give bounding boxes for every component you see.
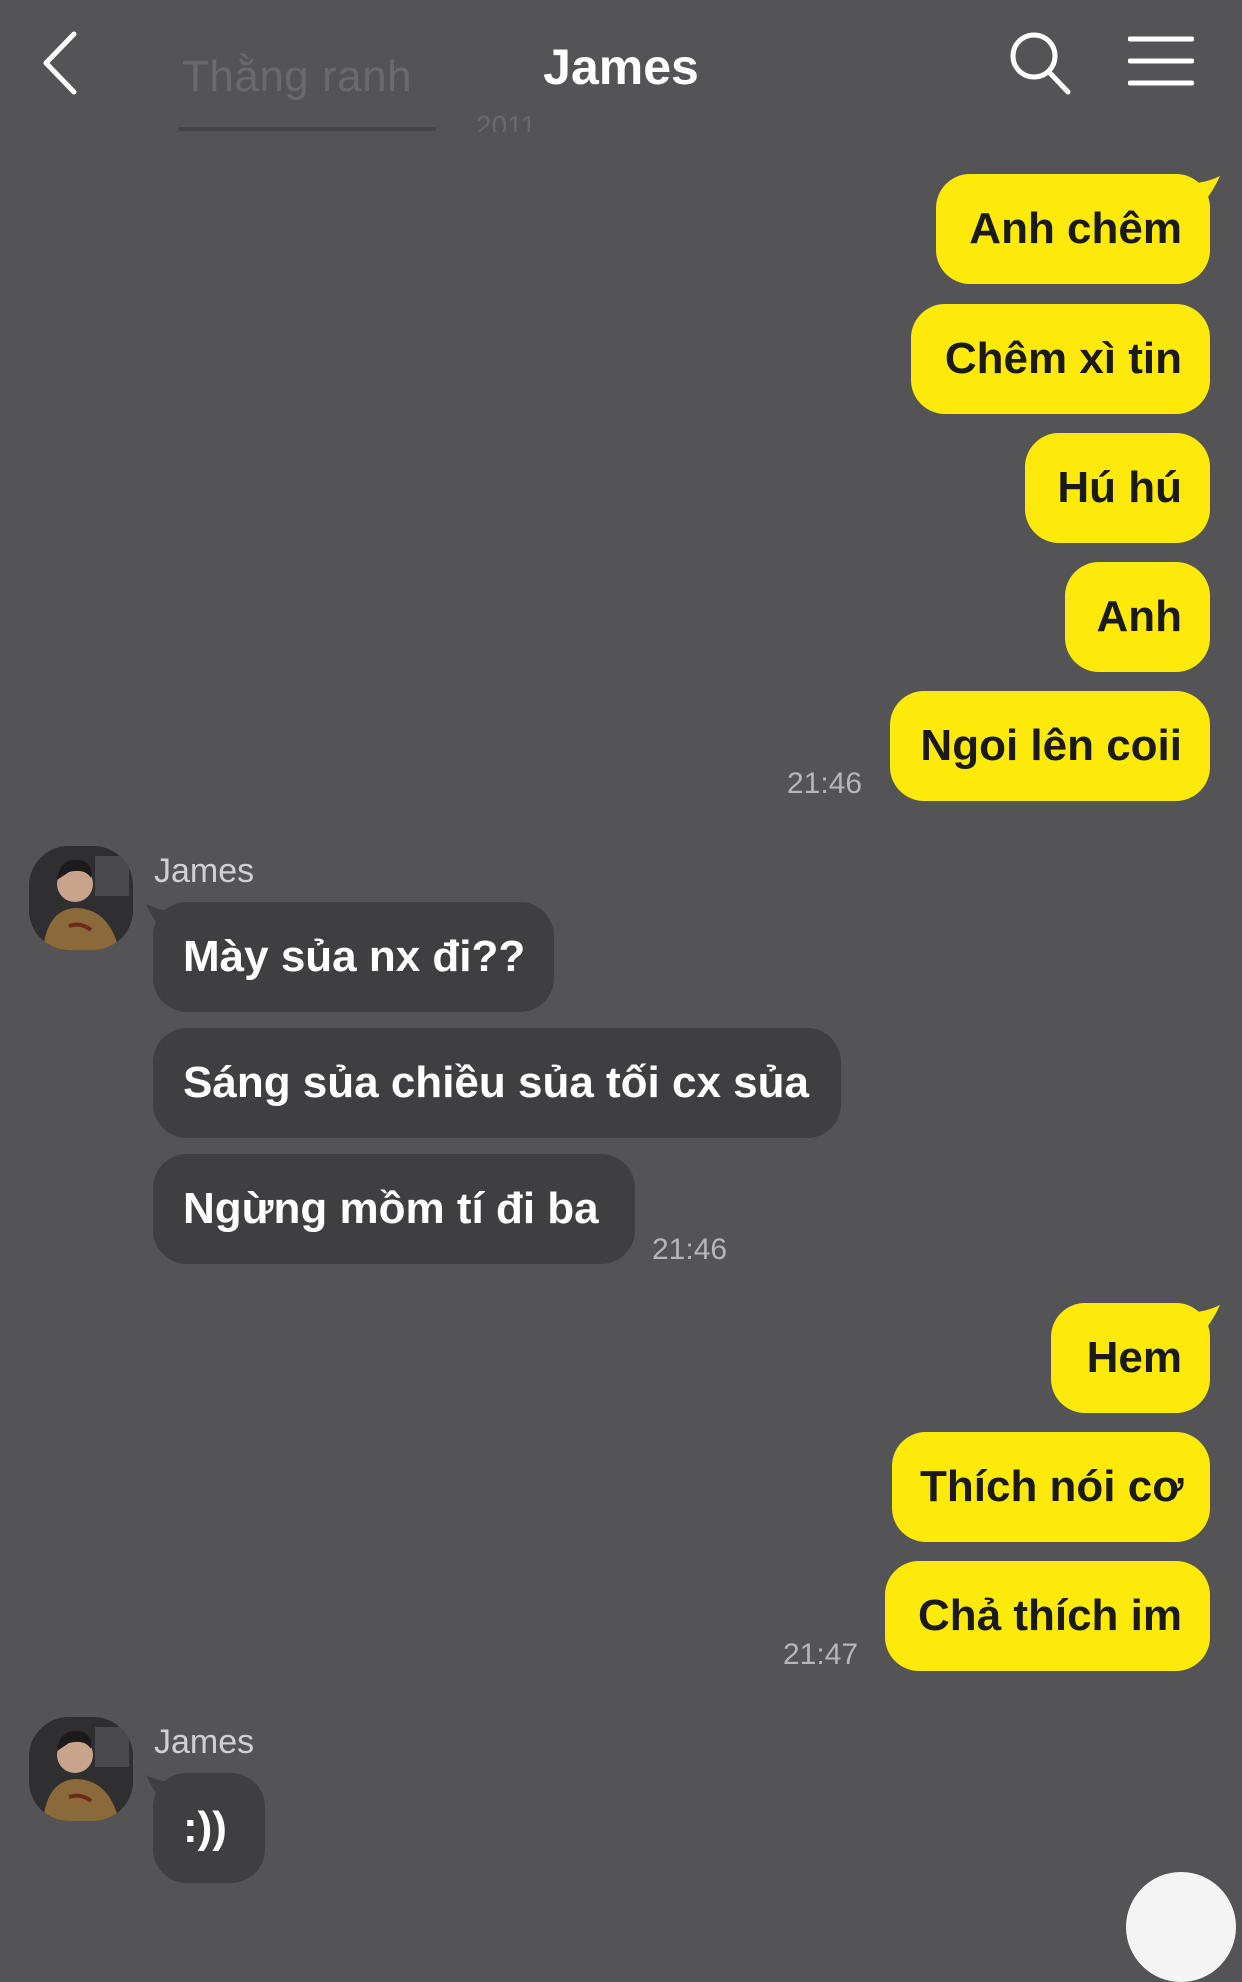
outgoing-message[interactable]: Chả thích im [885, 1561, 1210, 1671]
chevron-left-icon[interactable] [34, 28, 88, 98]
sender-name: James [154, 852, 255, 890]
outgoing-message[interactable]: Hem [1051, 1303, 1210, 1413]
outgoing-message[interactable]: Hú hú [1025, 433, 1210, 543]
outgoing-message[interactable]: Anh chêm [936, 174, 1210, 284]
incoming-message[interactable]: Sáng sủa chiều sủa tối cx sủa [153, 1028, 841, 1138]
message-timestamp: 21:46 [652, 1233, 728, 1266]
incoming-message[interactable]: Ngừng mồm tí đi ba [153, 1154, 635, 1264]
avatar[interactable] [29, 846, 133, 950]
outgoing-message[interactable]: Ngoi lên coii [890, 691, 1210, 801]
message-timestamp: 21:46 [787, 767, 863, 800]
outgoing-message[interactable]: Anh [1065, 562, 1210, 672]
incoming-message[interactable]: Mày sủa nx đi?? [153, 902, 554, 1012]
avatar-photo [29, 846, 133, 950]
message-timestamp: 21:47 [783, 1638, 859, 1671]
menu-icon[interactable] [1128, 34, 1194, 88]
avatar-photo [29, 1717, 133, 1821]
outgoing-message[interactable]: Chêm xì tin [911, 304, 1210, 414]
sender-name: James [154, 1723, 255, 1761]
search-icon[interactable] [1008, 30, 1072, 96]
scroll-down-button[interactable] [1126, 1872, 1236, 1982]
avatar[interactable] [29, 1717, 133, 1821]
outgoing-message[interactable]: Thích nói cơ [892, 1432, 1210, 1542]
faded-divider [178, 127, 436, 131]
faded-timestamp: 2011 [476, 110, 537, 132]
incoming-message[interactable]: :)) [153, 1773, 265, 1883]
chat-header: Thằng ranh 2011 James [0, 0, 1242, 140]
